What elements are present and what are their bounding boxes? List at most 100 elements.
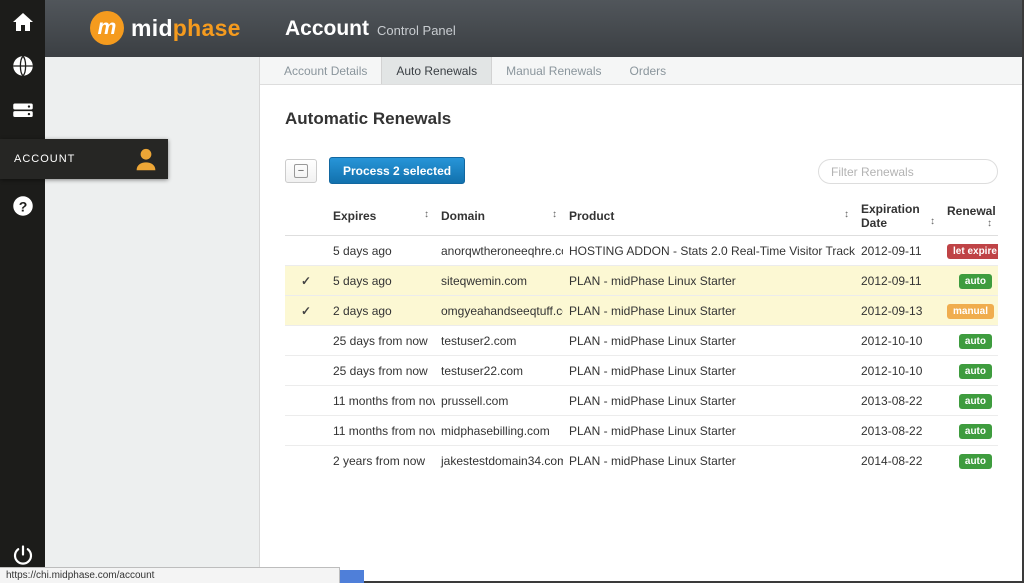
row-product: HOSTING ADDON - Stats 2.0 Real-Time Visi… [563, 236, 855, 266]
tab-auto-renewals[interactable]: Auto Renewals [381, 57, 492, 84]
home-icon [11, 10, 35, 34]
server-button[interactable] [0, 88, 45, 132]
row-check-cell[interactable] [285, 356, 327, 386]
row-expires: 11 months from now [327, 386, 435, 416]
row-renewal-cell: let expire [941, 236, 998, 266]
row-domain: testuser2.com [435, 326, 563, 356]
renewal-badge[interactable]: manual [947, 304, 994, 319]
tab-manual-renewals[interactable]: Manual Renewals [492, 57, 615, 84]
sort-icon[interactable]: ↕ [930, 216, 935, 227]
sort-icon[interactable]: ↕ [552, 209, 557, 220]
row-product: PLAN - midPhase Linux Starter [563, 386, 855, 416]
globe-icon [10, 53, 36, 79]
main-content: Automatic Renewals − Process 2 selected … [260, 85, 1024, 583]
column-header-renewal[interactable]: Renewal↕ [941, 197, 998, 236]
table-row[interactable]: 25 days from nowtestuser22.comPLAN - mid… [285, 356, 998, 386]
renewal-badge[interactable]: auto [959, 364, 992, 379]
table-row[interactable]: 5 days agoanorqwtheroneeqhre.comHOSTING … [285, 236, 998, 266]
row-expiration-date: 2013-08-22 [855, 416, 941, 446]
table-body: 5 days agoanorqwtheroneeqhre.comHOSTING … [285, 236, 998, 476]
toolbar: − Process 2 selected [285, 157, 998, 185]
row-product: PLAN - midPhase Linux Starter [563, 326, 855, 356]
row-check-cell[interactable] [285, 446, 327, 476]
row-renewal-cell: auto [941, 266, 998, 296]
row-check-cell[interactable] [285, 386, 327, 416]
row-expiration-date: 2013-08-22 [855, 386, 941, 416]
renewal-badge[interactable]: auto [959, 274, 992, 289]
account-flag[interactable]: ACCOUNT [0, 139, 168, 179]
select-toggle-button[interactable]: − [285, 159, 317, 183]
table-row[interactable]: 25 days from nowtestuser2.comPLAN - midP… [285, 326, 998, 356]
user-icon [131, 144, 161, 174]
tab-orders[interactable]: Orders [615, 57, 680, 84]
row-renewal-cell: auto [941, 356, 998, 386]
column-header-expiration-date[interactable]: Expiration Date ↕ [855, 197, 941, 236]
row-product: PLAN - midPhase Linux Starter [563, 356, 855, 386]
row-expires: 5 days ago [327, 266, 435, 296]
sidebar: ? [0, 0, 45, 583]
column-header-expires[interactable]: Expires ↕ [327, 197, 435, 236]
table-row[interactable]: 2 years from nowjakestestdomain34.comPLA… [285, 446, 998, 476]
renewal-badge[interactable]: let expire [947, 244, 998, 259]
sort-icon[interactable]: ↕ [424, 209, 429, 220]
row-check-cell[interactable] [285, 416, 327, 446]
app-window: ? m midphase AccountControl Panel ACCOUN… [0, 0, 1024, 583]
midphase-logo[interactable]: m midphase [90, 11, 241, 45]
column-label: Expires [333, 209, 376, 223]
sort-icon[interactable]: ↕ [844, 209, 849, 220]
column-label: Domain [441, 209, 485, 223]
renewal-badge[interactable]: auto [959, 454, 992, 469]
column-label: Renewal [947, 204, 996, 218]
sort-icon[interactable]: ↕ [987, 218, 992, 229]
column-header-domain[interactable]: Domain ↕ [435, 197, 563, 236]
column-label: Expiration Date [861, 202, 920, 230]
midphase-logo-icon: m [90, 11, 124, 45]
row-expiration-date: 2014-08-22 [855, 446, 941, 476]
row-domain: prussell.com [435, 386, 563, 416]
row-renewal-cell: auto [941, 446, 998, 476]
table-row[interactable]: 11 months from nowmidphasebilling.comPLA… [285, 416, 998, 446]
row-expires: 11 months from now [327, 416, 435, 446]
status-fragment [340, 570, 364, 583]
row-product: PLAN - midPhase Linux Starter [563, 416, 855, 446]
row-expires: 5 days ago [327, 236, 435, 266]
process-selected-button[interactable]: Process 2 selected [329, 157, 465, 184]
row-check-cell[interactable] [285, 236, 327, 266]
row-product: PLAN - midPhase Linux Starter [563, 296, 855, 326]
help-button[interactable]: ? [0, 184, 45, 228]
row-expiration-date: 2012-09-11 [855, 266, 941, 296]
row-domain: jakestestdomain34.com [435, 446, 563, 476]
tab-bar: Account DetailsAuto RenewalsManual Renew… [260, 57, 1024, 85]
renewal-badge[interactable]: auto [959, 394, 992, 409]
row-domain: testuser22.com [435, 356, 563, 386]
row-check-cell[interactable]: ✓ [285, 296, 327, 326]
row-renewal-cell: auto [941, 326, 998, 356]
table-header-row: Expires↕Domain↕Product↕Expiration Date↕R… [285, 197, 998, 236]
check-icon: ✓ [301, 304, 311, 318]
row-domain: omgyeahandseeqtuff.com [435, 296, 563, 326]
home-button[interactable] [0, 0, 45, 44]
table-row[interactable]: ✓2 days agoomgyeahandseeqtuff.comPLAN - … [285, 296, 998, 326]
table-row[interactable]: ✓5 days agositeqwemin.comPLAN - midPhase… [285, 266, 998, 296]
row-check-cell[interactable]: ✓ [285, 266, 327, 296]
server-icon [10, 97, 36, 123]
filter-renewals-input[interactable] [818, 159, 998, 184]
row-expires: 25 days from now [327, 356, 435, 386]
renewals-table: Expires↕Domain↕Product↕Expiration Date↕R… [285, 197, 998, 475]
row-product: PLAN - midPhase Linux Starter [563, 266, 855, 296]
row-check-cell[interactable] [285, 326, 327, 356]
row-expires: 25 days from now [327, 326, 435, 356]
tab-account-details[interactable]: Account Details [270, 57, 381, 84]
globe-button[interactable] [0, 44, 45, 88]
renewal-badge[interactable]: auto [959, 424, 992, 439]
row-expiration-date: 2012-09-11 [855, 236, 941, 266]
column-header-check [285, 197, 327, 236]
column-header-product[interactable]: Product↕ [563, 197, 855, 236]
table-row[interactable]: 11 months from nowprussell.comPLAN - mid… [285, 386, 998, 416]
minus-icon: − [294, 164, 308, 178]
row-renewal-cell: auto [941, 386, 998, 416]
renewal-badge[interactable]: auto [959, 334, 992, 349]
row-domain: anorqwtheroneeqhre.com [435, 236, 563, 266]
power-icon [11, 543, 35, 567]
row-expiration-date: 2012-09-13 [855, 296, 941, 326]
